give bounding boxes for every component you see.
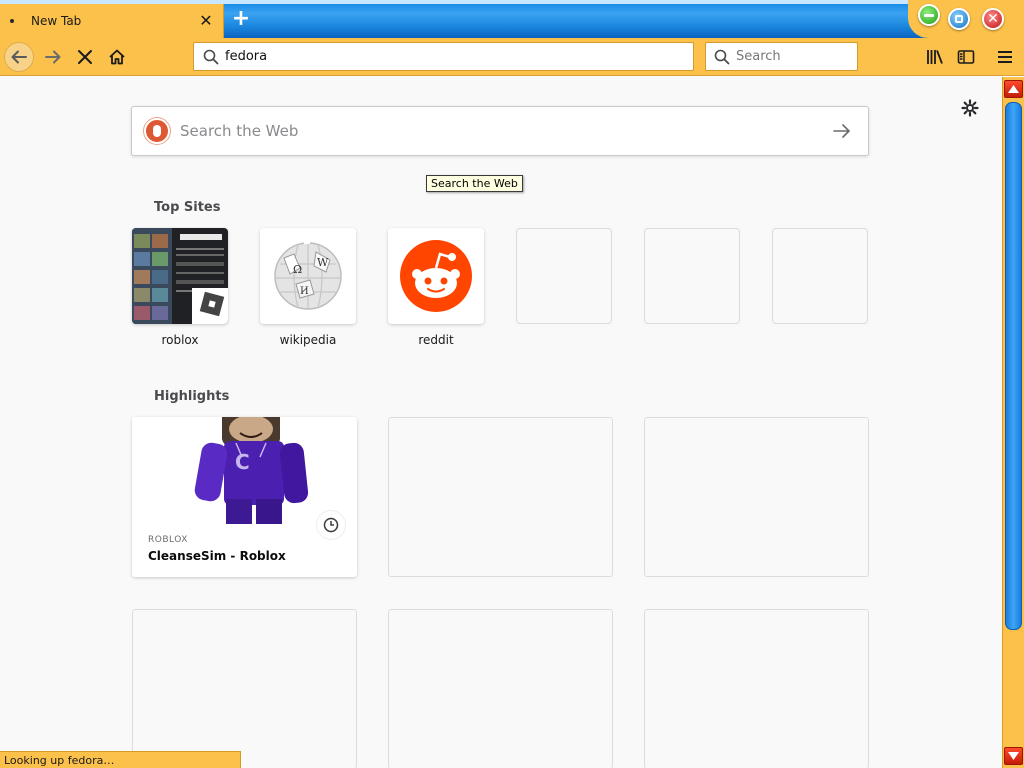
highlight-card-empty[interactable] bbox=[644, 609, 869, 768]
web-search-placeholder: Search the Web bbox=[180, 122, 299, 140]
triangle-up-icon bbox=[1008, 85, 1019, 93]
tab-close-icon[interactable]: ✕ bbox=[197, 12, 215, 30]
status-panel: Looking up fedora… bbox=[0, 751, 241, 768]
hamburger-menu-icon bbox=[998, 51, 1012, 63]
url-input-value: fedora bbox=[225, 49, 268, 64]
duckduckgo-logo-icon bbox=[144, 118, 170, 144]
highlight-card-empty[interactable] bbox=[388, 417, 613, 577]
highlight-source: ROBLOX bbox=[148, 535, 188, 545]
stop-button[interactable] bbox=[70, 42, 100, 72]
roblox-screenshot-thumbnail bbox=[132, 228, 228, 324]
vertical-scrollbar[interactable] bbox=[1002, 77, 1024, 768]
svg-text:C: C bbox=[235, 450, 250, 474]
top-site-label: reddit bbox=[418, 333, 454, 347]
tab-loading-dot-icon bbox=[10, 19, 14, 23]
gear-icon bbox=[961, 99, 979, 117]
window-controls: ✕ bbox=[908, 0, 1024, 38]
svg-text:Ω: Ω bbox=[293, 263, 302, 276]
top-site-label: wikipedia bbox=[279, 333, 337, 347]
svg-text:W: W bbox=[317, 256, 329, 269]
scroll-down-button[interactable] bbox=[1004, 747, 1023, 765]
search-bar[interactable]: Search bbox=[705, 42, 858, 71]
roblox-avatar-image: C bbox=[132, 417, 357, 524]
url-bar[interactable]: fedora bbox=[193, 42, 694, 71]
scrollbar-thumb[interactable] bbox=[1005, 102, 1022, 630]
stop-x-icon bbox=[78, 50, 92, 64]
minimize-icon bbox=[924, 14, 934, 17]
library-icon bbox=[927, 50, 943, 64]
maximize-icon bbox=[955, 15, 963, 23]
navigation-toolbar: fedora Search bbox=[0, 38, 1024, 76]
highlight-card-cleansesim[interactable]: C ROBLOX CleanseSim - Roblox bbox=[132, 417, 357, 577]
tab-new-tab[interactable]: New Tab ✕ bbox=[0, 4, 224, 38]
new-tab-plus-icon[interactable]: + bbox=[229, 8, 253, 32]
arrow-right-icon bbox=[833, 124, 850, 138]
forward-arrow-icon bbox=[45, 50, 61, 64]
maximize-button[interactable] bbox=[948, 8, 970, 30]
top-site-tile-reddit[interactable] bbox=[388, 228, 484, 324]
home-button[interactable] bbox=[102, 42, 132, 72]
top-site-tile-empty[interactable] bbox=[644, 228, 740, 324]
customize-settings-button[interactable] bbox=[958, 96, 982, 120]
web-search-box[interactable]: Search the Web bbox=[131, 106, 869, 156]
highlight-card-empty[interactable] bbox=[388, 609, 613, 768]
highlight-card-empty[interactable] bbox=[132, 609, 357, 768]
svg-text:И: И bbox=[300, 286, 309, 297]
back-button[interactable] bbox=[4, 42, 34, 72]
minimize-button[interactable] bbox=[918, 4, 940, 26]
highlight-title: CleanseSim - Roblox bbox=[148, 549, 286, 563]
library-button[interactable] bbox=[923, 45, 947, 69]
forward-button[interactable] bbox=[38, 42, 68, 72]
top-site-label: roblox bbox=[161, 333, 199, 347]
close-window-button[interactable]: ✕ bbox=[982, 8, 1004, 30]
top-site-tile-roblox[interactable] bbox=[132, 228, 228, 324]
home-icon bbox=[109, 49, 125, 65]
search-icon bbox=[203, 49, 219, 64]
new-tab-page: Search the Web Search the Web Top Sites bbox=[0, 77, 1002, 768]
top-site-tile-empty[interactable] bbox=[772, 228, 868, 324]
sidebar-button[interactable] bbox=[954, 45, 978, 69]
menu-button[interactable] bbox=[993, 45, 1017, 69]
clock-icon bbox=[323, 517, 339, 533]
triangle-down-icon bbox=[1008, 752, 1019, 760]
scroll-up-button[interactable] bbox=[1004, 80, 1023, 98]
sidebar-icon bbox=[957, 50, 975, 64]
wikipedia-globe-icon: Ω W И bbox=[260, 228, 356, 324]
title-bar: New Tab ✕ + ✕ bbox=[0, 0, 1024, 38]
top-sites-heading: Top Sites bbox=[154, 200, 221, 215]
back-arrow-icon bbox=[11, 50, 27, 64]
tab-title: New Tab bbox=[31, 14, 82, 28]
close-icon: ✕ bbox=[987, 11, 999, 27]
tooltip: Search the Web bbox=[426, 175, 523, 192]
top-site-tile-wikipedia[interactable]: Ω W И bbox=[260, 228, 356, 324]
search-placeholder: Search bbox=[736, 49, 781, 64]
highlight-thumbnail: C bbox=[132, 417, 357, 524]
reddit-alien-icon bbox=[388, 228, 484, 324]
top-site-tile-empty[interactable] bbox=[516, 228, 612, 324]
highlight-card-empty[interactable] bbox=[644, 417, 869, 577]
highlights-heading: Highlights bbox=[154, 389, 230, 404]
highlight-history-badge bbox=[317, 511, 345, 539]
search-submit-button[interactable] bbox=[830, 119, 854, 143]
search-icon bbox=[714, 49, 730, 64]
